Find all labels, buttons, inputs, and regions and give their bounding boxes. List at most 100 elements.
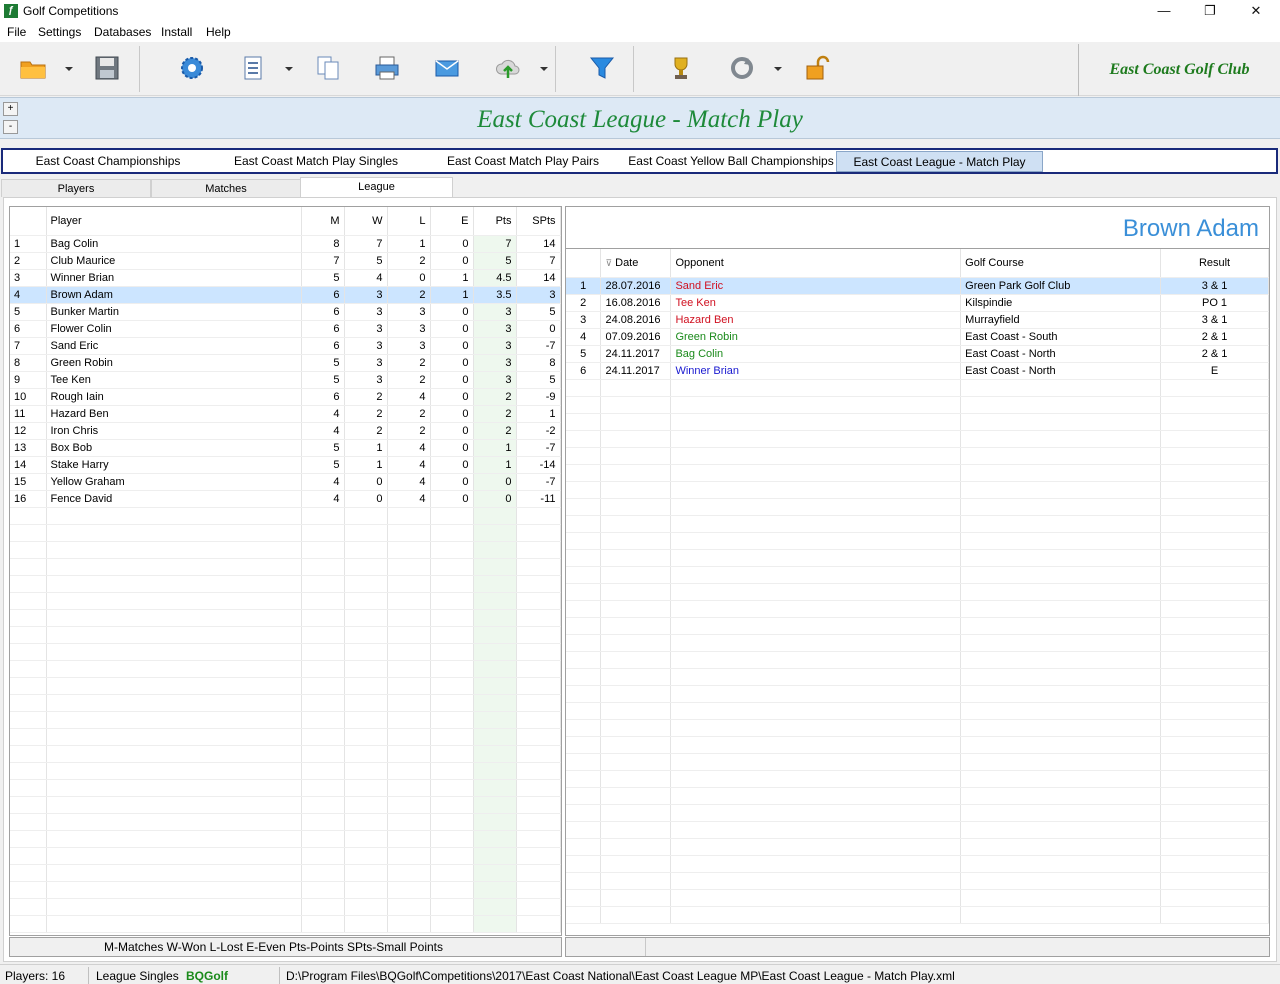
tab-match-play-pairs[interactable]: East Coast Match Play Pairs <box>439 151 607 172</box>
filter-icon[interactable] <box>588 54 616 82</box>
index-cell <box>566 379 602 397</box>
table-row[interactable]: 6 Flower Colin 6 3 3 0 3 0 <box>10 320 561 338</box>
save-icon[interactable] <box>93 54 121 82</box>
chevron-down-icon[interactable] <box>540 64 548 72</box>
restore-button[interactable]: ❐ <box>1187 0 1233 22</box>
index-cell <box>566 770 602 788</box>
small-points-header[interactable]: SPts <box>516 207 561 236</box>
date-header[interactable]: ⊽ Date <box>600 249 672 278</box>
tab-matches[interactable]: Matches <box>151 179 301 197</box>
table-row[interactable]: 15 Yellow Graham 4 0 4 0 0 -7 <box>10 473 561 491</box>
small-points-cell <box>516 881 561 899</box>
golf-course-cell <box>960 566 1162 584</box>
app-window: ƒ Golf Competitions — ❐ ✕ File Settings … <box>0 0 1280 984</box>
trophy-icon[interactable] <box>667 54 695 82</box>
competition-title: East Coast League - Match Play <box>477 106 803 133</box>
printer-icon[interactable] <box>373 54 401 82</box>
points-cell: 0 <box>473 490 517 508</box>
lost-cell <box>387 711 431 729</box>
table-row[interactable]: 6 24.11.2017 Winner Brian East Coast - Nort… <box>566 362 1269 380</box>
table-row[interactable]: 4 07.09.2016 Green Robin East Coast - South… <box>566 328 1269 346</box>
menu-file[interactable]: File <box>7 25 26 39</box>
index-cell <box>566 838 602 856</box>
table-row[interactable]: 1 28.07.2016 Sand Eric Green Park Golf Club… <box>566 277 1269 295</box>
menu-databases[interactable]: Databases <box>94 25 151 39</box>
tab-match-play-singles[interactable]: East Coast Match Play Singles <box>224 151 408 172</box>
menu-settings[interactable]: Settings <box>38 25 81 39</box>
points-cell: 3 <box>473 303 517 321</box>
table-row[interactable]: 16 Fence David 4 0 4 0 0 -11 <box>10 490 561 508</box>
matches-header[interactable]: M <box>301 207 345 236</box>
lost-cell <box>387 507 431 525</box>
lost-cell: 0 <box>387 269 431 287</box>
matches-cell: 4 <box>301 422 345 440</box>
even-cell <box>430 779 474 797</box>
points-cell: 2 <box>473 422 517 440</box>
table-row[interactable]: 7 Sand Eric 6 3 3 0 3 -7 <box>10 337 561 355</box>
chevron-down-icon[interactable] <box>285 64 293 72</box>
matches-cell <box>301 728 345 746</box>
table-row[interactable]: 12 Iron Chris 4 2 2 0 2 -2 <box>10 422 561 440</box>
date-cell: 24.11.2017 <box>600 362 672 380</box>
table-row[interactable]: 4 Brown Adam 6 3 2 1 3.5 3 <box>10 286 561 304</box>
menu-install[interactable]: Install <box>161 25 192 39</box>
tab-yellow-ball-championships[interactable]: East Coast Yellow Ball Championships <box>627 151 835 172</box>
copy-document-icon[interactable] <box>314 54 342 82</box>
chevron-down-icon[interactable] <box>65 64 73 72</box>
menu-help[interactable]: Help <box>206 25 231 39</box>
table-row[interactable]: 14 Stake Harry 5 1 4 0 1 -14 <box>10 456 561 474</box>
open-folder-icon[interactable] <box>19 54 47 82</box>
result-header[interactable]: Result <box>1160 249 1269 278</box>
table-row[interactable]: 11 Hazard Ben 4 2 2 0 2 1 <box>10 405 561 423</box>
tab-league[interactable]: League <box>300 177 453 197</box>
table-row[interactable]: 2 16.08.2016 Tee Ken Kilspindie PO 1 <box>566 294 1269 312</box>
points-cell <box>473 626 517 644</box>
tab-league-match-play[interactable]: East Coast League - Match Play <box>836 151 1043 172</box>
won-header[interactable]: W <box>344 207 388 236</box>
small-points-cell: -14 <box>516 456 561 474</box>
player-cell <box>46 558 302 576</box>
table-row[interactable]: 3 24.08.2016 Hazard Ben Murrayfield 3 & 1 <box>566 311 1269 329</box>
table-row[interactable]: 1 Bag Colin 8 7 1 0 7 14 <box>10 235 561 253</box>
table-row[interactable]: 5 24.11.2017 Bag Colin East Coast - North 2 … <box>566 345 1269 363</box>
even-cell: 0 <box>430 354 474 372</box>
table-row[interactable]: 3 Winner Brian 5 4 0 1 4.5 14 <box>10 269 561 287</box>
table-row[interactable]: 5 Bunker Martin 6 3 3 0 3 5 <box>10 303 561 321</box>
result-cell: 3 & 1 <box>1160 277 1269 295</box>
tab-players[interactable]: Players <box>1 179 151 197</box>
player-cell <box>46 592 302 610</box>
small-points-cell <box>516 796 561 814</box>
refresh-icon[interactable] <box>728 54 756 82</box>
player-header[interactable]: Player <box>46 207 302 236</box>
even-header[interactable]: E <box>430 207 474 236</box>
golf-course-header[interactable]: Golf Course <box>960 249 1162 278</box>
opponent-header[interactable]: Opponent <box>670 249 962 278</box>
index-cell <box>566 413 602 431</box>
table-row <box>566 498 1269 516</box>
minimize-button[interactable]: — <box>1141 0 1187 22</box>
table-row[interactable]: 2 Club Maurice 7 5 2 0 5 7 <box>10 252 561 270</box>
settings-gear-icon[interactable] <box>178 54 206 82</box>
opponent-cell <box>670 770 962 788</box>
table-row <box>566 617 1269 635</box>
chevron-down-icon[interactable] <box>774 64 782 72</box>
index-cell <box>566 906 602 924</box>
table-row[interactable]: 13 Box Bob 5 1 4 0 1 -7 <box>10 439 561 457</box>
table-row <box>10 660 561 678</box>
won-cell <box>344 830 388 848</box>
table-row[interactable]: 8 Green Robin 5 3 2 0 3 8 <box>10 354 561 372</box>
table-row[interactable]: 9 Tee Ken 5 3 2 0 3 5 <box>10 371 561 389</box>
date-cell <box>600 583 672 601</box>
lost-header[interactable]: L <box>387 207 431 236</box>
points-cell <box>473 813 517 831</box>
cloud-upload-icon[interactable] <box>494 54 522 82</box>
email-icon[interactable] <box>433 54 461 82</box>
document-list-icon[interactable] <box>240 54 268 82</box>
opponent-cell <box>670 821 962 839</box>
table-row[interactable]: 10 Rough Iain 6 2 4 0 2 -9 <box>10 388 561 406</box>
tab-east-coast-championships[interactable]: East Coast Championships <box>22 151 194 172</box>
unlock-icon[interactable] <box>803 54 831 82</box>
close-button[interactable]: ✕ <box>1233 0 1279 22</box>
date-cell <box>600 413 672 431</box>
points-header[interactable]: Pts <box>473 207 517 236</box>
